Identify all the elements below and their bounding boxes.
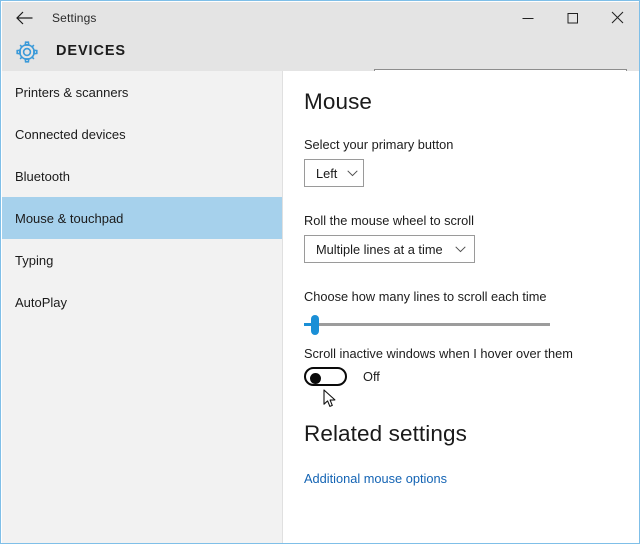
lines-slider[interactable]	[304, 313, 550, 337]
section-heading-related: Related settings	[304, 421, 467, 446]
toggle-knob	[310, 373, 321, 384]
slider-thumb[interactable]	[311, 315, 319, 335]
mouse-wheel-label: Roll the mouse wheel to scroll	[304, 213, 474, 228]
chevron-down-icon	[337, 169, 359, 177]
settings-window: Settings DEVICES Find a setting Printers…	[0, 0, 640, 544]
inactive-scroll-toggle[interactable]	[304, 367, 347, 386]
lines-slider-label: Choose how many lines to scroll each tim…	[304, 289, 547, 304]
settings-content: Mouse Select your primary button Left Ro…	[283, 71, 639, 543]
sidebar-nav: Printers & scanners Connected devices Bl…	[2, 71, 283, 543]
sidebar-item-autoplay[interactable]: AutoPlay	[2, 281, 282, 323]
window-controls	[505, 2, 639, 33]
page-title: DEVICES	[56, 43, 126, 59]
section-heading-mouse: Mouse	[304, 89, 373, 114]
maximize-button[interactable]	[550, 2, 595, 33]
title-bar: Settings	[2, 2, 639, 33]
mouse-wheel-value: Multiple lines at a time	[316, 241, 443, 257]
inactive-scroll-row: Off	[304, 367, 380, 386]
minimize-button[interactable]	[505, 2, 550, 33]
sidebar-item-mouse-touchpad[interactable]: Mouse & touchpad	[2, 197, 282, 239]
sidebar-item-printers-scanners[interactable]: Printers & scanners	[2, 71, 282, 113]
close-button[interactable]	[595, 2, 639, 33]
inactive-scroll-label: Scroll inactive windows when I hover ove…	[304, 346, 573, 361]
primary-button-label: Select your primary button	[304, 137, 454, 152]
back-button[interactable]	[2, 2, 46, 33]
sidebar-item-label: Printers & scanners	[15, 84, 129, 100]
primary-button-dropdown[interactable]: Left	[304, 159, 364, 187]
sidebar-item-label: AutoPlay	[15, 294, 68, 310]
mouse-pointer-icon	[323, 389, 337, 409]
sidebar-item-label: Mouse & touchpad	[15, 210, 124, 226]
slider-track[interactable]	[304, 323, 550, 326]
sidebar-item-label: Typing	[15, 252, 54, 268]
mouse-wheel-dropdown[interactable]: Multiple lines at a time	[304, 235, 475, 263]
sidebar-item-connected-devices[interactable]: Connected devices	[2, 113, 282, 155]
primary-button-value: Left	[316, 165, 338, 181]
sidebar-item-typing[interactable]: Typing	[2, 239, 282, 281]
category-header: DEVICES	[2, 33, 639, 96]
sidebar-item-label: Bluetooth	[15, 168, 70, 184]
gear-icon	[14, 39, 40, 65]
sidebar-item-label: Connected devices	[15, 126, 126, 142]
chevron-down-icon	[445, 245, 466, 253]
additional-mouse-options-link[interactable]: Additional mouse options	[304, 471, 447, 486]
inactive-scroll-state: Off	[363, 369, 380, 384]
app-title: Settings	[52, 10, 97, 25]
sidebar-item-bluetooth[interactable]: Bluetooth	[2, 155, 282, 197]
